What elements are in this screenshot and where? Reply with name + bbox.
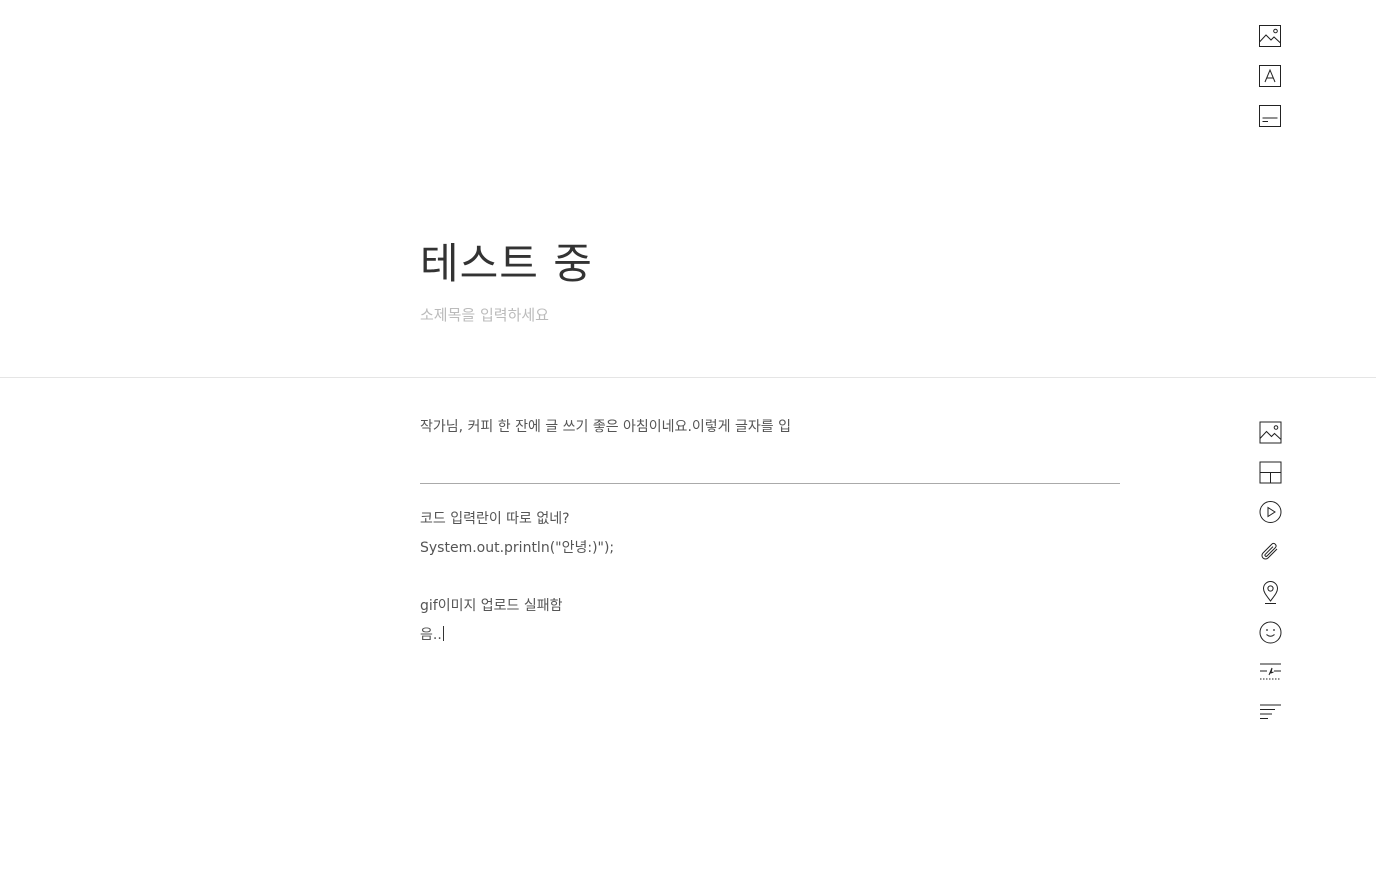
location-icon[interactable] [1258, 580, 1282, 604]
body-line-last[interactable]: 음.. [420, 624, 1120, 653]
body-line[interactable]: gif이미지 업로드 실패함 [420, 595, 1120, 624]
align-icon[interactable] [1258, 700, 1282, 724]
layout-icon[interactable] [1258, 460, 1282, 484]
cover-image-icon[interactable] [1258, 24, 1282, 48]
body-line[interactable]: System.out.println("안녕:)"); [420, 537, 1120, 566]
divider-line-icon[interactable] [1258, 660, 1282, 684]
video-icon[interactable] [1258, 500, 1282, 524]
text-caret [442, 626, 444, 641]
cover-toolbar [1258, 24, 1282, 144]
body-line[interactable]: 음.. [420, 627, 442, 643]
emoticon-icon[interactable] [1258, 620, 1282, 644]
body-line[interactable] [420, 566, 1120, 595]
editor-page: 테스트 중 소제목을 입력하세요 작가님, 커피 한 잔에 글 쓰기 좋은 아침… [0, 0, 1376, 879]
post-title[interactable]: 테스트 중 [420, 236, 593, 292]
attachment-icon[interactable] [1258, 540, 1282, 564]
body-content[interactable]: 코드 입력란이 따로 없네? System.out.println("안녕:)"… [420, 508, 1120, 653]
horizontal-rule [420, 483, 1120, 484]
body-line[interactable]: 코드 입력란이 따로 없네? [420, 508, 1120, 537]
subtitle-input[interactable]: 소제목을 입력하세요 [420, 304, 549, 326]
cover-font-icon[interactable] [1258, 64, 1282, 88]
image-icon[interactable] [1258, 420, 1282, 444]
body-toolbar [1258, 420, 1284, 740]
intro-text[interactable]: 작가님, 커피 한 잔에 글 쓰기 좋은 아침이네요.이렇게 글자를 입 [420, 416, 791, 445]
cover-title-align-icon[interactable] [1258, 104, 1282, 128]
cover-divider [0, 377, 1376, 378]
